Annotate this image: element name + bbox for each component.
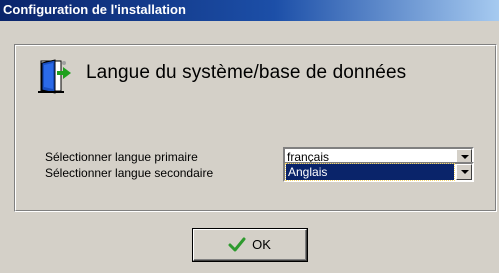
window-title: Configuration de l'installation	[3, 2, 186, 17]
installer-window: Configuration de l'installation Langue d…	[0, 0, 499, 273]
secondary-language-label: Sélectionner langue secondaire	[45, 166, 214, 180]
chevron-down-icon	[461, 170, 469, 174]
ok-button-label: OK	[252, 237, 271, 252]
title-bar[interactable]: Configuration de l'installation	[0, 0, 499, 21]
checkmark-icon	[228, 237, 246, 251]
door-exit-icon	[38, 59, 71, 94]
secondary-language-dropdown-button[interactable]	[456, 164, 472, 180]
secondary-language-value: Anglais	[285, 163, 455, 181]
ok-button[interactable]: OK	[192, 228, 308, 262]
secondary-language-select[interactable]: Anglais	[283, 162, 474, 182]
section-heading: Langue du système/base de données	[86, 62, 407, 83]
chevron-down-icon	[461, 155, 469, 159]
primary-language-label: Sélectionner langue primaire	[45, 150, 198, 164]
